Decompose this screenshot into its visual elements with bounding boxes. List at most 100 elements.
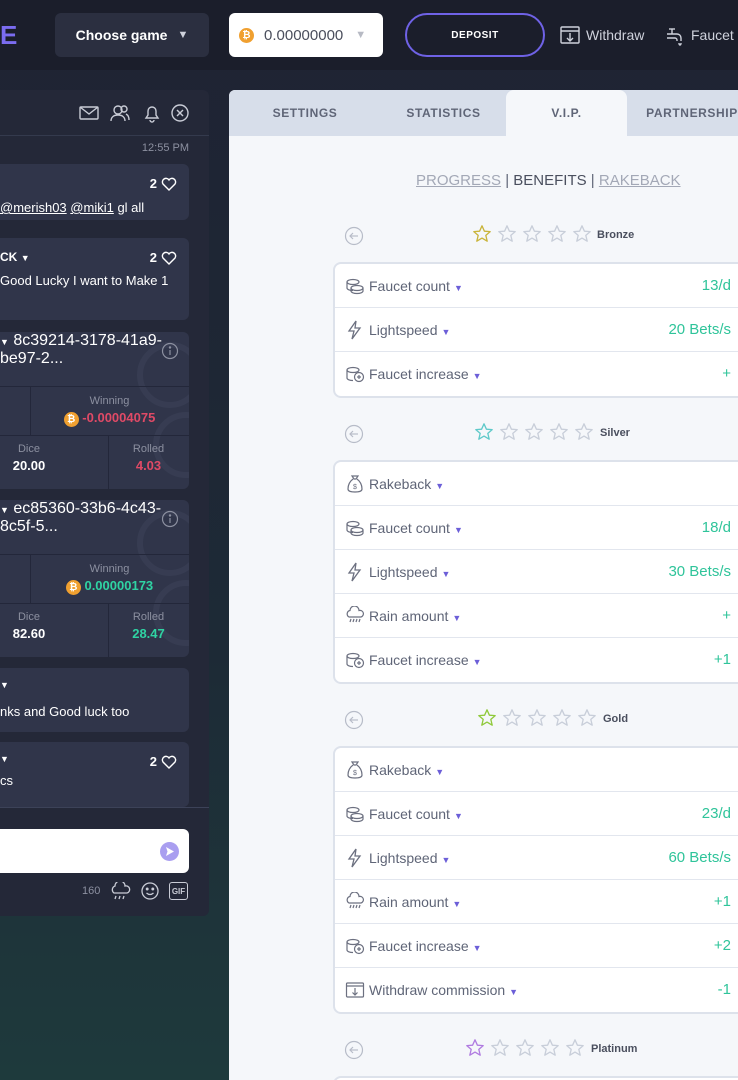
benefit-label-text: Rakeback — [369, 762, 432, 778]
coins-icon — [345, 804, 365, 824]
mention-link[interactable]: @merish03 — [0, 200, 67, 215]
benefit-label: Lightspeed ▼ — [369, 564, 450, 580]
benefit-value: +1 — [713, 651, 731, 668]
rolled-value: 28.47 — [132, 626, 165, 641]
arrow-left-icon[interactable] — [344, 1040, 364, 1060]
tier-name: Platinum — [591, 1043, 638, 1055]
faucet-link[interactable]: Faucet — [664, 24, 734, 46]
rolled-cell: Rolled 4.03 — [108, 443, 189, 473]
dice-label: Dice — [17, 443, 40, 455]
chat-message: ▼ nks and Good luck too — [0, 668, 189, 732]
mention-link[interactable]: @miki1 — [70, 200, 114, 215]
chevron-down-icon: ▼ — [453, 525, 463, 535]
chevron-down-icon: ▼ — [441, 327, 451, 337]
balance-selector[interactable]: ₿ 0.00000000 ▼ — [229, 13, 383, 57]
tab-vip[interactable]: V.I.P. — [506, 90, 627, 136]
close-icon[interactable] — [169, 102, 191, 124]
benefit-label-text: Rakeback — [369, 476, 432, 492]
users-icon[interactable] — [109, 102, 131, 124]
username-text: CK — [0, 250, 18, 264]
chevron-down-icon: ▼ — [0, 680, 9, 690]
star-icon — [552, 708, 572, 728]
bet-hash[interactable]: ec85360-33b6-4c43-8c5f-5... — [0, 500, 161, 535]
benefit-row[interactable]: $ Rakeback ▼ — [335, 462, 738, 506]
tier-stars — [477, 708, 597, 728]
chat-message-input[interactable] — [0, 829, 189, 873]
rain-icon — [345, 891, 365, 912]
benefit-value: 13/d — [701, 277, 731, 294]
benefit-value: 60 Bets/s — [668, 849, 731, 866]
benefit-row[interactable]: Rain amount ▼ +1 — [335, 880, 738, 924]
benefit-row[interactable]: Withdraw commission ▼ -1 — [335, 968, 738, 1012]
benefits-link[interactable]: BENEFITS — [513, 172, 586, 189]
like-count: 2 — [149, 754, 157, 769]
dice-cell: Dice 20.00 — [0, 443, 108, 473]
choose-game-dropdown[interactable]: Choose game ▼ — [55, 13, 209, 57]
benefit-row[interactable]: Lightspeed ▼ 60 Bets/s — [335, 836, 738, 880]
benefit-row[interactable]: Faucet increase ▼ +2 — [335, 924, 738, 968]
deposit-button[interactable]: DEPOSIT — [405, 13, 545, 57]
withdraw-link[interactable]: Withdraw — [559, 24, 644, 46]
tier-stars — [472, 224, 592, 244]
bet-hash[interactable]: 8c39214-3178-41a9-be97-2... — [0, 332, 162, 367]
benefit-label-text: Faucet increase — [369, 366, 469, 382]
bitcoin-icon: ₿ — [239, 27, 254, 43]
withdraw-icon — [345, 980, 365, 1000]
heart-icon[interactable] — [161, 754, 177, 770]
site-logo[interactable]: E — [0, 18, 17, 52]
benefit-value: + — [722, 365, 731, 382]
benefit-row[interactable]: Faucet count ▼ 13/d — [335, 264, 738, 308]
progress-link[interactable]: PROGRESS — [416, 172, 501, 189]
chat-message: ▼ 2 cs — [0, 742, 189, 807]
benefit-label-text: Faucet count — [369, 806, 450, 822]
benefit-label-text: Lightspeed — [369, 564, 438, 580]
star-icon — [515, 1038, 535, 1058]
vip-subnav: PROGRESS | BENEFITS | RAKEBACK — [416, 172, 681, 189]
chat-divider — [0, 807, 209, 808]
message-text: cs — [0, 773, 13, 788]
bet-share-card: ▼ ec85360-33b6-4c43-8c5f-5... Winning ₿ … — [0, 500, 189, 657]
tab-settings[interactable]: SETTINGS — [229, 90, 381, 136]
info-icon[interactable] — [161, 342, 179, 360]
chevron-down-icon: ▼ — [355, 29, 367, 41]
benefit-row[interactable]: Faucet count ▼ 18/d — [335, 506, 738, 550]
gif-icon[interactable]: GIF — [169, 882, 188, 900]
benefit-label: Withdraw commission ▼ — [369, 982, 518, 998]
arrow-left-icon[interactable] — [344, 424, 364, 444]
tier-header: Silver — [229, 422, 738, 446]
heart-icon[interactable] — [161, 250, 177, 266]
benefit-row[interactable]: Faucet count ▼ 23/d — [335, 792, 738, 836]
tab-partnership[interactable]: PARTNERSHIP — [627, 90, 738, 136]
benefit-label-text: Withdraw commission — [369, 982, 506, 998]
username[interactable]: CK ▼ — [0, 250, 30, 264]
benefit-row[interactable]: Rain amount ▼ + — [335, 594, 738, 638]
mail-icon[interactable] — [78, 102, 100, 124]
chevron-down-icon: ▼ — [441, 569, 451, 579]
rain-icon[interactable] — [110, 880, 132, 907]
arrow-left-icon[interactable] — [344, 710, 364, 730]
tab-statistics[interactable]: STATISTICS — [371, 90, 516, 136]
bell-icon[interactable] — [141, 102, 163, 124]
benefit-row[interactable]: Lightspeed ▼ 20 Bets/s — [335, 308, 738, 352]
benefit-row[interactable]: $ Rakeback ▼ — [335, 748, 738, 792]
heart-icon[interactable] — [161, 176, 177, 192]
rakeback-link[interactable]: RAKEBACK — [599, 172, 681, 189]
emoji-icon[interactable] — [140, 881, 160, 906]
benefit-row[interactable]: Faucet increase ▼ + — [335, 352, 738, 396]
lightning-icon — [345, 562, 365, 582]
coins-plus-icon — [345, 650, 365, 670]
benefit-value: 20 Bets/s — [668, 321, 731, 338]
chevron-down-icon: ▼ — [441, 855, 451, 865]
benefit-label-text: Faucet increase — [369, 938, 469, 954]
bitcoin-icon: ₿ — [63, 412, 79, 427]
benefit-row[interactable]: Faucet increase ▼ +1 — [335, 638, 738, 682]
chevron-down-icon: ▼ — [20, 253, 30, 263]
info-icon[interactable] — [161, 510, 179, 528]
tier-benefits-list: $ Rakeback ▼ Faucet count ▼ 23/d Lightspeed ▼ 60… — [333, 746, 738, 1014]
arrow-left-icon[interactable] — [344, 226, 364, 246]
account-panel: SETTINGS STATISTICS V.I.P. PARTNERSHIP P… — [229, 90, 738, 1080]
withdraw-label: Withdraw — [586, 27, 645, 43]
tier-name: Gold — [603, 713, 629, 725]
send-icon[interactable] — [160, 842, 179, 861]
benefit-row[interactable]: Lightspeed ▼ 30 Bets/s — [335, 550, 738, 594]
